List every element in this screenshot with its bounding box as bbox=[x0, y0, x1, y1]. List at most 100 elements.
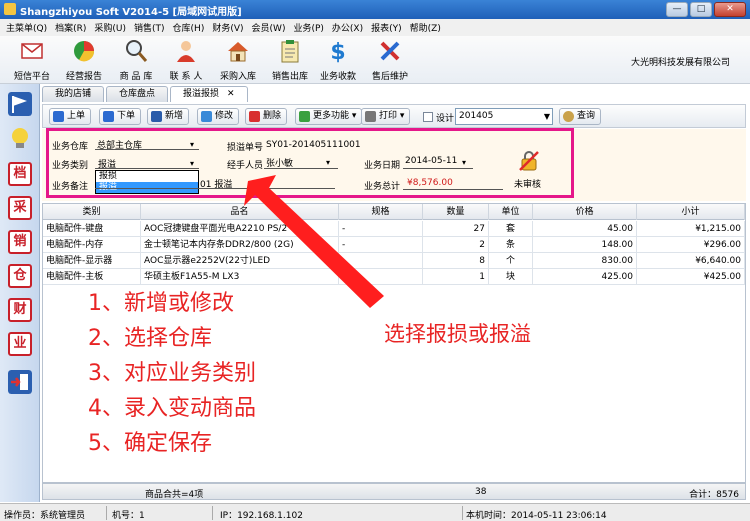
col-spec[interactable]: 规格 bbox=[339, 204, 423, 220]
chevron-down-icon: ▼ bbox=[543, 112, 550, 121]
tab-warehouse-count[interactable]: 仓库盘点 bbox=[106, 86, 169, 102]
purchase-shortcut[interactable]: 采 bbox=[8, 196, 32, 220]
cell-subtotal: ¥6,640.00 bbox=[637, 253, 745, 269]
col-unit[interactable]: 单位 bbox=[489, 204, 533, 220]
menu-finance[interactable]: 财务(V) bbox=[208, 21, 247, 34]
tab-close-icon[interactable]: ✕ bbox=[227, 89, 235, 99]
next-order-label: 下单 bbox=[117, 111, 136, 121]
exit-icon[interactable] bbox=[8, 370, 32, 394]
table-row[interactable]: 电脑配件-键盘 AOC冠捷键盘平面光电A2210 PS/2 - 27 套 45.… bbox=[43, 221, 745, 237]
close-button[interactable]: ✕ bbox=[714, 2, 746, 17]
minimize-button[interactable]: — bbox=[666, 2, 688, 17]
menu-main[interactable]: 主菜单(Q) bbox=[2, 21, 51, 34]
amount-total: 合计：8576 bbox=[689, 490, 739, 500]
status-bar: 操作员：系统管理员 机号：1 IP：192.168.1.102 本机时间：201… bbox=[0, 503, 750, 521]
print-button[interactable]: 打印 ▾ bbox=[361, 108, 411, 125]
tab-strip: 我的店铺 仓库盘点 报溢报损 ✕ bbox=[42, 86, 250, 102]
sales-shortcut[interactable]: 销 bbox=[8, 230, 32, 254]
table-row[interactable]: 电脑配件-主板 华硕主板F1A55-M LX3 1 块 425.00 ¥425.… bbox=[43, 269, 745, 285]
col-qty[interactable]: 数量 bbox=[423, 204, 489, 220]
menu-help[interactable]: 帮助(Z) bbox=[406, 21, 445, 34]
tools-icon bbox=[380, 41, 400, 61]
table-row[interactable]: 电脑配件-显示器 AOC显示器e2252V(22寸)LED - 8 个 830.… bbox=[43, 253, 745, 269]
left-sidebar: 档 采 销 仓 财 业 bbox=[0, 84, 40, 502]
purchase-in-button[interactable]: 采购入库 bbox=[210, 38, 266, 82]
archive-shortcut[interactable]: 档 bbox=[8, 162, 32, 186]
edit-button[interactable]: 修改 bbox=[197, 108, 240, 125]
table-row[interactable]: 电脑配件-内存 金士顿笔记本内存条DDR2/800 (2G) - 2 条 148… bbox=[43, 237, 745, 253]
maximize-button[interactable]: □ bbox=[690, 2, 712, 17]
sms-platform-button[interactable]: 短信平台 bbox=[4, 38, 60, 82]
product-library-label: 商 品 库 bbox=[119, 72, 153, 82]
qty-total: 38 bbox=[475, 487, 487, 497]
cell-subtotal: ¥1,215.00 bbox=[637, 221, 745, 237]
tab-my-store[interactable]: 我的店铺 bbox=[42, 86, 105, 102]
warehouse-shortcut[interactable]: 仓 bbox=[8, 264, 32, 288]
step-5: 5、确定保存 bbox=[88, 431, 212, 456]
highlight-box bbox=[46, 128, 574, 198]
more-functions-button[interactable]: 更多功能 ▾ bbox=[295, 108, 363, 125]
flag-icon[interactable] bbox=[8, 92, 32, 116]
house-icon bbox=[228, 42, 248, 62]
next-order-button[interactable]: 下单 bbox=[99, 108, 142, 125]
step-2: 2、选择仓库 bbox=[88, 326, 212, 351]
item-count-summary: 商品合共=4项 bbox=[145, 490, 204, 500]
contacts-button[interactable]: 联 系 人 bbox=[158, 38, 214, 82]
menu-archive[interactable]: 档案(R) bbox=[51, 21, 90, 34]
prev-order-button[interactable]: 上单 bbox=[49, 108, 92, 125]
printer-icon bbox=[365, 111, 376, 122]
callout-text: 选择报损或报溢 bbox=[384, 322, 531, 346]
menu-bar: 主菜单(Q) 档案(R) 采购(U) 销售(T) 仓库(H) 财务(V) 会员(… bbox=[0, 19, 750, 36]
menu-warehouse[interactable]: 仓库(H) bbox=[169, 21, 209, 34]
cell-subtotal: ¥296.00 bbox=[637, 237, 745, 253]
business-report-button[interactable]: 经营报告 bbox=[56, 38, 112, 82]
left-arrow-icon bbox=[53, 111, 64, 122]
step-4: 4、录入变动商品 bbox=[88, 396, 256, 421]
col-subtotal[interactable]: 小计 bbox=[637, 204, 745, 220]
period-select[interactable]: 201405 ▼ bbox=[455, 108, 553, 125]
window-title: Shangzhiyou Soft V2014-5 [局域网试用版] bbox=[20, 7, 242, 18]
menu-business[interactable]: 业务(P) bbox=[289, 21, 327, 34]
col-category[interactable]: 类别 bbox=[43, 204, 141, 220]
cell-spec: - bbox=[339, 253, 423, 269]
cell-category: 电脑配件-内存 bbox=[43, 237, 141, 253]
cell-qty: 27 bbox=[423, 221, 489, 237]
after-sales-button[interactable]: 售后维护 bbox=[362, 38, 418, 82]
right-arrow-icon bbox=[103, 111, 114, 122]
pie-chart-icon bbox=[74, 41, 95, 62]
cell-unit: 套 bbox=[489, 221, 533, 237]
period-value: 201405 bbox=[459, 111, 494, 121]
menu-sales[interactable]: 销售(T) bbox=[130, 21, 169, 34]
lightbulb-icon[interactable] bbox=[8, 126, 32, 150]
app-logo-icon bbox=[4, 3, 16, 15]
new-label: 新增 bbox=[165, 111, 184, 121]
finance-shortcut[interactable]: 财 bbox=[8, 298, 32, 322]
delete-button[interactable]: 删除 bbox=[245, 108, 288, 125]
new-button[interactable]: 新增 bbox=[147, 108, 190, 125]
save-disk-icon bbox=[151, 111, 162, 122]
business-receipt-label: 业务收款 bbox=[319, 72, 356, 82]
instruction-steps: 1、新增或修改 2、选择仓库 3、对应业务类别 4、录入变动商品 5、确定保存 bbox=[88, 286, 256, 461]
col-name[interactable]: 品名 bbox=[141, 204, 339, 220]
business-receipt-button[interactable]: $ 业务收款 bbox=[310, 38, 366, 82]
menu-member[interactable]: 会员(W) bbox=[248, 21, 290, 34]
menu-report[interactable]: 报表(Y) bbox=[367, 21, 406, 34]
menu-office[interactable]: 办公(X) bbox=[328, 21, 367, 34]
status-machine: 机号：1 bbox=[112, 511, 145, 521]
tab-overflow-loss[interactable]: 报溢报损 ✕ bbox=[170, 86, 248, 102]
prev-order-label: 上单 bbox=[67, 111, 86, 121]
query-button[interactable]: 查询 bbox=[559, 108, 602, 125]
col-price[interactable]: 价格 bbox=[533, 204, 637, 220]
menu-purchase[interactable]: 采购(U) bbox=[90, 21, 130, 34]
tab-overflow-loss-label: 报溢报损 bbox=[183, 89, 220, 99]
table-header: 类别 品名 规格 数量 单位 价格 小计 bbox=[43, 204, 745, 220]
product-library-button[interactable]: 商 品 库 bbox=[108, 38, 164, 82]
design-checkbox[interactable] bbox=[423, 112, 433, 122]
cell-spec: - bbox=[339, 237, 423, 253]
cell-price: 830.00 bbox=[533, 253, 637, 269]
cell-subtotal: ¥425.00 bbox=[637, 269, 745, 285]
after-sales-label: 售后维护 bbox=[371, 72, 408, 82]
business-shortcut[interactable]: 业 bbox=[8, 332, 32, 356]
status-operator: 操作员：系统管理员 bbox=[4, 511, 86, 521]
pencil-icon bbox=[201, 111, 212, 122]
